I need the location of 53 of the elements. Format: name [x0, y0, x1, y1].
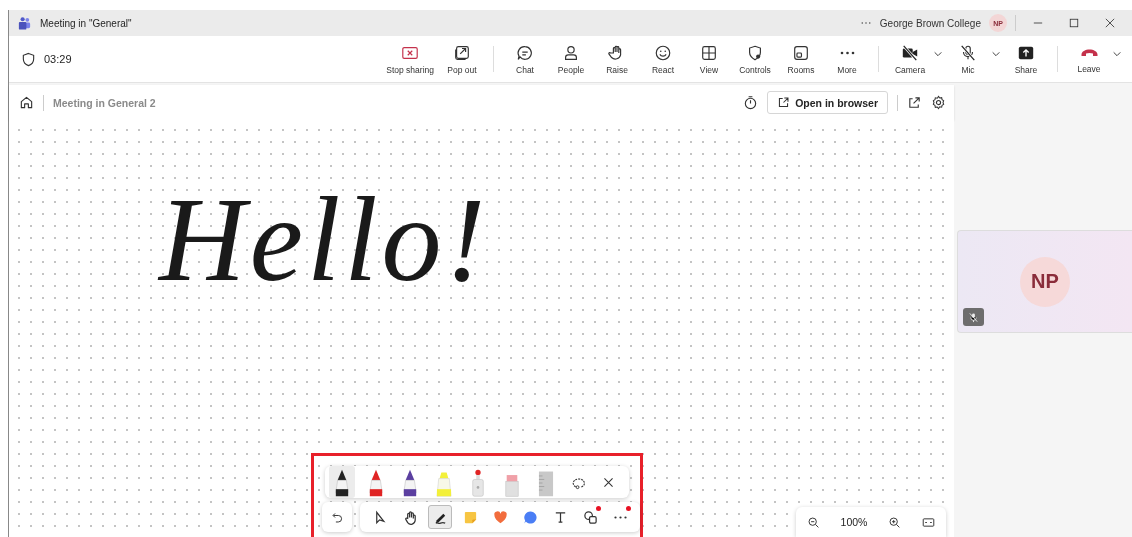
view-button[interactable]: View	[691, 43, 727, 75]
undo-icon	[330, 510, 344, 524]
popout-icon	[453, 43, 471, 62]
chevron-down-icon[interactable]	[1112, 49, 1122, 59]
share-icon[interactable]	[907, 95, 922, 110]
raise-button[interactable]: Raise	[599, 43, 635, 75]
camera-button[interactable]: Camera	[892, 43, 928, 75]
pen-tool[interactable]	[329, 466, 355, 498]
timer-icon[interactable]	[743, 95, 759, 110]
popout-button[interactable]: Pop out	[444, 43, 480, 75]
window-title: Meeting in "General"	[40, 17, 132, 29]
chevron-down-icon[interactable]	[933, 49, 943, 59]
close-icon[interactable]	[1105, 18, 1115, 28]
settings-icon[interactable]	[931, 95, 946, 110]
organization-name[interactable]: George Brown College	[879, 17, 981, 29]
react-button[interactable]: React	[645, 43, 681, 75]
leave-icon	[1080, 48, 1098, 57]
share-button[interactable]: Share	[1008, 43, 1044, 75]
pan-icon	[402, 509, 418, 525]
more-icon	[839, 50, 855, 55]
open-in-browser-button[interactable]: Open in browser	[767, 91, 888, 114]
shield-icon	[21, 51, 36, 67]
note-icon	[462, 509, 478, 525]
home-icon[interactable]	[19, 95, 34, 110]
teams-logo-icon	[17, 15, 32, 31]
external-link-icon	[777, 96, 791, 109]
mic-button[interactable]: Mic	[950, 43, 986, 75]
more-icon	[613, 515, 627, 519]
close-icon[interactable]	[602, 475, 615, 489]
comment-icon	[522, 509, 538, 525]
maximize-icon[interactable]	[1069, 18, 1079, 28]
leave-button[interactable]: Leave	[1071, 43, 1107, 75]
more-button[interactable]: More	[829, 43, 865, 75]
mic-icon	[959, 43, 977, 62]
ink-tool[interactable]	[428, 505, 452, 529]
people-icon	[562, 43, 580, 62]
people-button[interactable]: People	[553, 43, 589, 75]
participant-avatar: NP	[1020, 256, 1070, 307]
zoom-in-icon[interactable]	[888, 515, 902, 529]
meeting-timer: 03:29	[44, 53, 72, 65]
rooms-button[interactable]: Rooms	[783, 43, 819, 75]
chat-icon	[516, 43, 534, 62]
handwritten-text: Hello!	[159, 180, 490, 300]
shapes-icon	[582, 509, 598, 525]
zoom-out-icon[interactable]	[806, 515, 820, 529]
camera-icon	[901, 43, 919, 62]
chevron-down-icon[interactable]	[991, 49, 1001, 59]
fit-to-screen-icon[interactable]	[922, 515, 936, 529]
chat-button[interactable]: Chat	[507, 43, 543, 75]
whiteboard-title: Meeting in General 2	[53, 96, 156, 109]
controls-button[interactable]: Controls	[737, 43, 773, 75]
zoom-level: 100%	[840, 516, 868, 528]
stop-button[interactable]: Stop sharing	[386, 43, 434, 75]
